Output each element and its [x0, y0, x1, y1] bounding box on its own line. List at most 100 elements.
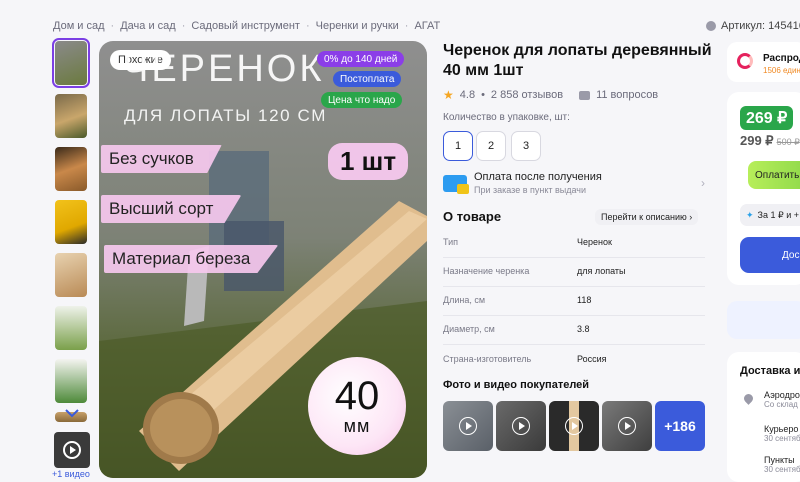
delivery-option[interactable]: Курьеро 30 сентяб: [764, 424, 800, 443]
delivery-option-sub: Со склад: [764, 400, 798, 409]
spec-key: Длина, см: [443, 295, 486, 305]
card-icon: [443, 174, 469, 194]
breadcrumb-separator: ·: [404, 20, 409, 32]
payment-option[interactable]: Оплата после получения При заказе в пунк…: [443, 169, 705, 197]
customer-photos-title: Фото и видео покупателей: [443, 379, 590, 391]
diameter-unit: мм: [343, 415, 371, 436]
delivery-option[interactable]: Пункты 30 сентяб: [764, 455, 800, 474]
seller-name[interactable]: Распрод: [763, 53, 800, 64]
breadcrumb: Дом и сад · Дача и сад · Садовый инструмен…: [53, 20, 440, 32]
seller-logo-icon: [737, 53, 753, 69]
breadcrumb-separator: ·: [110, 20, 115, 32]
to-description-button[interactable]: Перейти к описанию ›: [595, 209, 699, 225]
thumbnail[interactable]: [55, 94, 87, 138]
price-second: 299 ₽: [740, 133, 774, 148]
qty-option[interactable]: 1: [443, 131, 473, 161]
old-price: 500 ₽: [776, 137, 800, 147]
thumbnail[interactable]: [55, 253, 87, 297]
breadcrumb-item[interactable]: Дом и сад: [53, 20, 105, 32]
rating-row[interactable]: ★ 4.8 • 2 858 отзывов 11 вопросов: [443, 88, 658, 102]
play-icon: [565, 417, 583, 435]
chevron-right-icon: ›: [689, 212, 693, 222]
breadcrumb-item[interactable]: Черенки и ручки: [316, 20, 399, 32]
to-description-label: Перейти к описанию: [601, 212, 687, 222]
thumbnail[interactable]: [55, 359, 87, 403]
thumbnail-list: [52, 38, 90, 431]
delivery-option-title: Пункты: [764, 455, 795, 465]
star-icon: ★: [443, 88, 454, 102]
more-photos-button[interactable]: +186: [655, 401, 705, 451]
quantity-tag: 1 шт: [328, 143, 409, 180]
spec-row: Диаметр, см 3.8: [443, 314, 705, 345]
reviews-count[interactable]: 2 858 отзывов: [491, 89, 563, 101]
spec-key: Тип: [443, 237, 459, 247]
seller-subtitle: 1506 един: [763, 66, 800, 75]
good-price-badge-label: Цена что надо: [328, 94, 396, 106]
feature-label: Без сучков: [101, 145, 222, 173]
customer-photo[interactable]: [602, 401, 652, 451]
spec-value: 3.8: [577, 324, 590, 334]
spec-key: Страна-изготовитель: [443, 354, 532, 364]
qty-option[interactable]: 3: [511, 131, 541, 161]
diameter-value: 40: [334, 373, 380, 418]
delivery-option[interactable]: Аэродро Со склад: [764, 390, 800, 409]
bonus-row[interactable]: ✦ За 1 ₽ и +: [740, 204, 800, 226]
chevron-right-icon: ›: [701, 176, 705, 190]
delivery-option-title: Курьеро: [764, 424, 799, 434]
article-label: Артикул: 1454162: [721, 20, 800, 32]
more-media-link[interactable]: +1 видео: [52, 469, 90, 479]
breadcrumb-item[interactable]: АГАТ: [414, 20, 440, 32]
installment-badge: 0% до 140 дней: [317, 51, 405, 67]
delivery-option-sub: 30 сентяб: [764, 465, 800, 474]
customer-photo[interactable]: [443, 401, 493, 451]
delivery-option-title: Аэродро: [764, 390, 800, 400]
breadcrumb-item[interactable]: Дача и сад: [120, 20, 175, 32]
postpay-badge-label: Постоплата: [340, 73, 395, 85]
spec-row: Тип Черенок: [443, 227, 705, 258]
thumbnail[interactable]: [55, 147, 87, 191]
spec-row: Страна-изготовитель Россия: [443, 344, 705, 374]
copy-icon: [706, 21, 716, 31]
rating-value: 4.8: [459, 89, 476, 101]
breadcrumb-separator: ·: [305, 20, 310, 32]
diameter-circle: 40 мм: [308, 357, 406, 455]
payment-title: Оплата после получения: [474, 171, 602, 183]
payment-subtitle: При заказе в пункт выдачи: [474, 185, 587, 195]
article-number[interactable]: Артикул: 1454162: [706, 20, 800, 32]
about-title: О товаре: [443, 209, 502, 224]
questions-count[interactable]: 11 вопросов: [596, 89, 658, 101]
chevron-down-icon[interactable]: [63, 406, 81, 420]
feature-label: Материал береза: [104, 245, 279, 273]
image-subtitle: ДЛЯ ЛОПАТЫ 120 СМ: [124, 106, 327, 125]
spec-row: Длина, см 118: [443, 285, 705, 316]
customer-photo[interactable]: [496, 401, 546, 451]
good-price-badge: Цена что надо: [321, 92, 403, 108]
thumbnail[interactable]: [52, 38, 90, 88]
current-price: 269 ₽: [740, 106, 794, 130]
play-icon: [459, 417, 477, 435]
thumbnail[interactable]: [55, 306, 87, 350]
customer-photo[interactable]: [549, 401, 599, 451]
play-icon: [63, 441, 81, 459]
pay-button[interactable]: Оплатить н: [748, 161, 800, 189]
spec-row: Назначение черенка для лопаты: [443, 256, 705, 287]
installment-badge-label: 0% до 140 дней: [324, 53, 398, 65]
image-big-title: ЧЕРЕНОК: [123, 48, 325, 90]
spec-value: Черенок: [577, 237, 612, 247]
delivery-title: Доставка и: [740, 365, 800, 377]
play-icon: [512, 417, 530, 435]
rating-separator: •: [481, 89, 485, 101]
play-icon: [618, 417, 636, 435]
promo-card[interactable]: [727, 301, 800, 339]
qty-option[interactable]: 2: [476, 131, 506, 161]
quantity-label: Количество в упаковке, шт:: [443, 112, 570, 123]
feature-label: Высший сорт: [101, 195, 242, 223]
breadcrumb-item[interactable]: Садовый инструмент: [191, 20, 300, 32]
video-thumbnail[interactable]: [54, 432, 90, 468]
thumbnail[interactable]: [55, 200, 87, 244]
delivery-button[interactable]: Дос: [740, 237, 800, 273]
price-without-card: 299 ₽500 ₽: [740, 133, 800, 149]
spec-key: Назначение черенка: [443, 266, 530, 276]
questions-icon: [579, 90, 591, 100]
product-title: Черенок для лопаты деревянный 40 мм 1шт: [443, 42, 712, 79]
